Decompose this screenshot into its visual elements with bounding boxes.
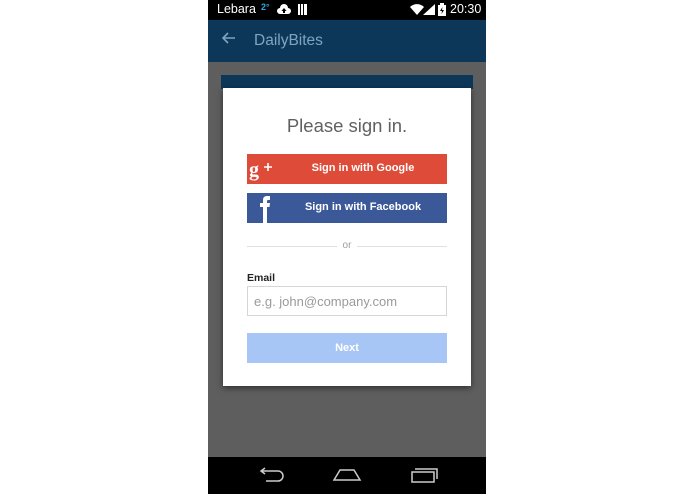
wifi-icon: [410, 4, 424, 18]
facebook-icon: [247, 193, 279, 223]
app-title: DailyBites: [254, 32, 323, 49]
battery-icon: [438, 3, 446, 19]
back-nav-icon[interactable]: [256, 467, 286, 488]
navigation-bar: [208, 457, 486, 494]
arrow-left-icon[interactable]: [221, 31, 236, 49]
google-button-label: Sign in with Google: [311, 162, 415, 174]
google-plus-icon: g: [247, 154, 279, 184]
status-bar: Lebara 2° 20:30: [208, 0, 486, 20]
sign-in-dialog: Please sign in. g Sign in with Google Si…: [223, 88, 471, 386]
sign-in-google-button[interactable]: g Sign in with Google: [247, 154, 447, 184]
recents-nav-icon[interactable]: [410, 467, 438, 488]
next-button[interactable]: Next: [247, 333, 447, 363]
temperature: 2°: [261, 2, 270, 12]
email-label: Email: [247, 272, 276, 284]
phone-screen: Lebara 2° 20:30 DailyBites Please sign i…: [208, 0, 486, 494]
carrier-name: Lebara: [217, 2, 256, 16]
dialog-title: Please sign in.: [286, 115, 408, 136]
facebook-button-label: Sign in with Facebook: [304, 201, 422, 213]
divider-right: [357, 246, 447, 247]
sign-in-facebook-button[interactable]: Sign in with Facebook: [247, 193, 447, 223]
barcode-icon: [298, 4, 307, 18]
cloud-upload-icon: [277, 4, 291, 18]
background-header-strip: [221, 75, 473, 89]
clock: 20:30: [450, 2, 482, 16]
signal-icon: [423, 4, 435, 18]
svg-text:g: g: [249, 159, 259, 181]
app-bar: DailyBites: [208, 20, 486, 62]
home-nav-icon[interactable]: [332, 468, 362, 487]
email-input[interactable]: [247, 286, 447, 316]
